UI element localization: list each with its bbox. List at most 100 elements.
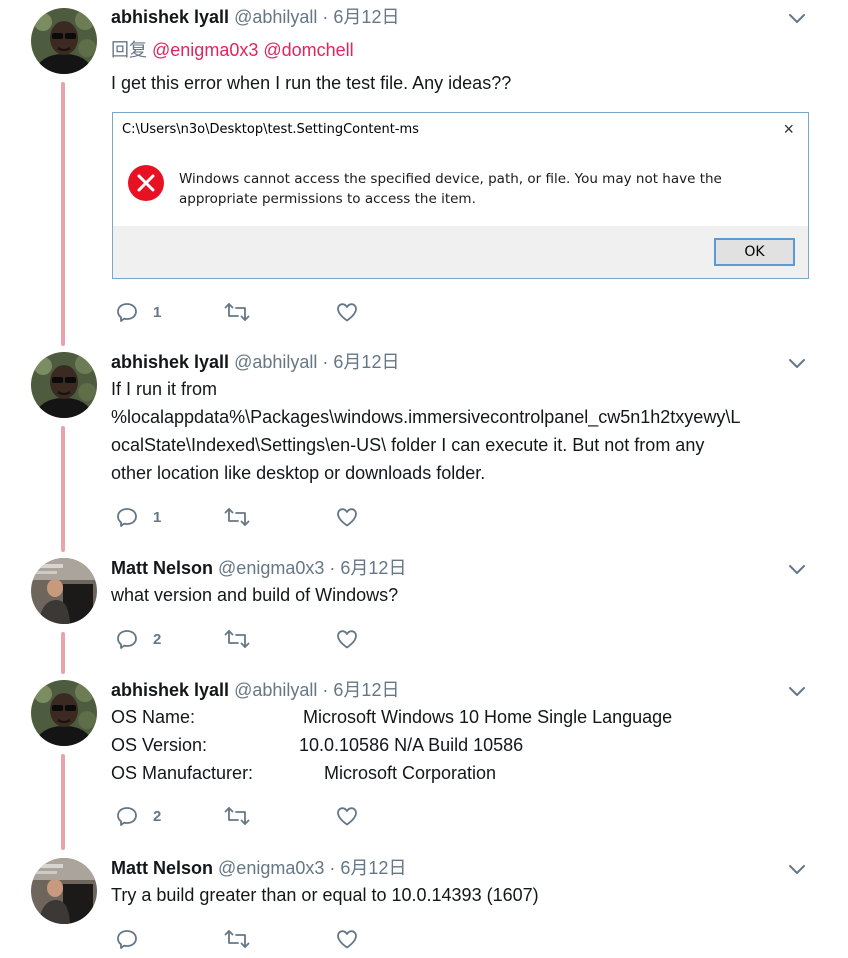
tweet-actions: 2 <box>111 801 411 831</box>
display-name[interactable]: abhishek lyall <box>111 680 229 700</box>
like-button[interactable] <box>335 801 359 831</box>
user-handle[interactable]: @enigma0x3 <box>218 858 324 878</box>
like-button[interactable] <box>335 624 359 654</box>
separator: · <box>322 7 329 27</box>
avatar[interactable] <box>31 680 97 746</box>
retweet-icon <box>223 505 251 529</box>
reply-button[interactable]: 2 <box>115 624 161 654</box>
like-icon <box>335 627 359 651</box>
reply-button[interactable] <box>115 924 153 954</box>
reply-count: 2 <box>153 630 162 648</box>
thread-line <box>61 82 65 346</box>
reply-count: 1 <box>153 508 162 526</box>
error-dialog-screenshot[interactable]: C:\Users\n3o\Desktop\test.SettingContent… <box>112 112 809 279</box>
tweet-date[interactable]: 6月12日 <box>333 7 399 27</box>
user-handle[interactable]: @abhilyall <box>234 7 317 27</box>
tweet-header: abhishek lyall @abhilyall · 6月12日 <box>111 5 399 29</box>
reply-button[interactable]: 2 <box>115 801 161 831</box>
reply-count: 2 <box>153 807 162 825</box>
retweet-icon <box>223 300 251 324</box>
reply-icon <box>115 804 139 828</box>
thread-line <box>61 632 65 674</box>
chevron-down-icon[interactable] <box>788 563 806 575</box>
separator: · <box>322 352 329 372</box>
tweet-date[interactable]: 6月12日 <box>333 680 399 700</box>
tweet-text-line: other location like desktop or downloads… <box>111 463 486 483</box>
retweet-button[interactable] <box>223 502 251 532</box>
dialog-footer <box>113 226 808 278</box>
separator: · <box>329 558 336 578</box>
tweet-header: Matt Nelson @enigma0x3 · 6月12日 <box>111 556 406 580</box>
tweet-header: Matt Nelson @enigma0x3 · 6月12日 <box>111 856 406 880</box>
os-name-value: Microsoft Windows 10 Home Single Languag… <box>303 707 673 727</box>
retweet-icon <box>223 804 251 828</box>
thread-line <box>61 754 65 850</box>
retweet-icon <box>223 927 251 951</box>
chevron-down-icon[interactable] <box>788 863 806 875</box>
chevron-down-icon[interactable] <box>788 357 806 369</box>
reply-prefix: 回复 <box>111 40 147 60</box>
like-icon <box>335 804 359 828</box>
avatar[interactable] <box>31 352 97 418</box>
reply-icon <box>115 627 139 651</box>
retweet-button[interactable] <box>223 297 251 327</box>
close-icon: × <box>783 119 794 139</box>
avatar[interactable] <box>31 558 97 624</box>
tweet-actions: 2 <box>111 624 411 654</box>
chevron-down-icon[interactable] <box>788 685 806 697</box>
os-name-label: OS Name: <box>111 707 196 727</box>
user-handle[interactable]: @abhilyall <box>234 680 317 700</box>
tweet-date[interactable]: 6月12日 <box>340 558 406 578</box>
tweet-actions: 1 <box>111 502 411 532</box>
os-version-value: 10.0.10586 N/A Build 10586 <box>299 735 524 755</box>
retweet-button[interactable] <box>223 924 251 954</box>
user-handle[interactable]: @abhilyall <box>234 352 317 372</box>
mention-link[interactable]: @domchell <box>263 40 353 60</box>
tweet-date[interactable]: 6月12日 <box>340 858 406 878</box>
tweet-text-line: ocalState\Indexed\Settings\en-US\ folder… <box>111 435 705 455</box>
tweet-header: abhishek lyall @abhilyall · 6月12日 <box>111 678 399 702</box>
tweet-text: I get this error when I run the test fil… <box>111 73 512 93</box>
os-version-label: OS Version: <box>111 735 208 755</box>
avatar[interactable] <box>31 858 97 924</box>
tweet-text-line: If I run it from <box>111 379 218 399</box>
tweet-text: Try a build greater than or equal to 10.… <box>111 885 539 905</box>
tweet-text: what version and build of Windows? <box>111 585 399 605</box>
tweet-actions: 1 <box>111 297 411 327</box>
dialog-message: Windows cannot access the specified devi… <box>179 171 722 207</box>
reply-icon <box>115 505 139 529</box>
retweet-button[interactable] <box>223 624 251 654</box>
tweet-date[interactable]: 6月12日 <box>333 352 399 372</box>
reply-icon <box>115 927 139 951</box>
display-name[interactable]: Matt Nelson <box>111 858 213 878</box>
thread-line <box>61 426 65 552</box>
ok-button: OK <box>714 238 795 266</box>
like-icon <box>335 505 359 529</box>
dialog-title: C:\Users\n3o\Desktop\test.SettingContent… <box>122 122 419 137</box>
separator: · <box>322 680 329 700</box>
reply-icon <box>115 300 139 324</box>
like-button[interactable] <box>335 297 359 327</box>
display-name[interactable]: abhishek lyall <box>111 7 229 27</box>
like-icon <box>335 927 359 951</box>
os-manufacturer-value: Microsoft Corporation <box>324 763 497 783</box>
like-button[interactable] <box>335 924 359 954</box>
chevron-down-icon[interactable] <box>788 12 806 24</box>
retweet-button[interactable] <box>223 801 251 831</box>
reply-count: 1 <box>153 303 162 321</box>
mention-link[interactable]: @enigma0x3 <box>152 40 258 60</box>
os-manufacturer-label: OS Manufacturer: <box>111 763 254 783</box>
display-name[interactable]: abhishek lyall <box>111 352 229 372</box>
tweet-header: abhishek lyall @abhilyall · 6月12日 <box>111 350 399 374</box>
user-handle[interactable]: @enigma0x3 <box>218 558 324 578</box>
retweet-icon <box>223 627 251 651</box>
like-button[interactable] <box>335 502 359 532</box>
error-icon <box>128 165 164 201</box>
reply-button[interactable]: 1 <box>115 297 161 327</box>
tweet-actions <box>111 924 411 954</box>
like-icon <box>335 300 359 324</box>
tweet-text-line: %localappdata%\Packages\windows.immersiv… <box>111 407 741 427</box>
reply-button[interactable]: 1 <box>115 502 161 532</box>
avatar[interactable] <box>31 8 97 74</box>
display-name[interactable]: Matt Nelson <box>111 558 213 578</box>
